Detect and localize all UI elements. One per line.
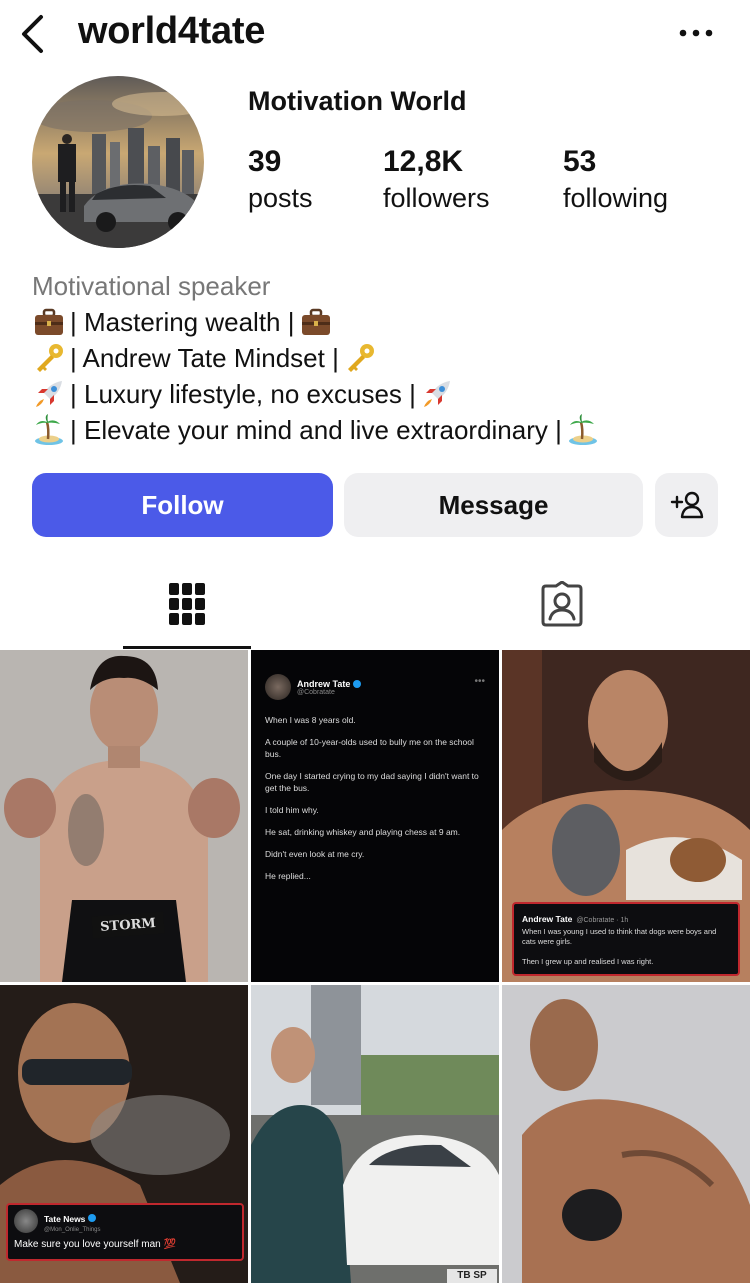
more-options-button[interactable] [676,18,716,48]
tab-tagged[interactable] [498,560,626,648]
key-emoji-icon [347,344,374,372]
tweet-line: Didn't even look at me cry. [265,849,365,859]
top-bar: world4tate [0,0,750,70]
verified-badge-icon [88,1213,97,1222]
bio-line-text: | Mastering wealth | [70,307,295,337]
tweet-avatar [265,674,291,700]
stat-posts[interactable]: 39 posts [248,144,313,216]
bio-line: | Andrew Tate Mindset | [32,340,732,376]
license-plate: TB SP [447,1269,497,1283]
tweet-author: Andrew Tate [522,914,573,924]
tweet-card: Andrew Tate @Cobratate · 1h When I was yo… [512,902,740,976]
profile-avatar[interactable] [32,76,204,248]
bio-line: | Luxury lifestyle, no excuses | [32,376,732,412]
profile-bio: Motivational speaker | Mastering wealth … [32,268,732,448]
tweet-line: He replied... [265,871,311,881]
tweet-line: Then I grew up and realised I was right. [522,957,654,966]
tweet-line: When I was 8 years old. [265,715,356,725]
stat-followers[interactable]: 12,8K followers [383,144,490,216]
profile-tabs [0,560,750,650]
tweet-avatar [14,1209,38,1233]
stat-following[interactable]: 53 following [563,144,668,216]
post-thumbnail[interactable]: Tate News @Mon_Onlie_Things Make sure yo… [0,985,248,1283]
island-emoji-icon [568,414,597,445]
chevron-left-icon [22,15,43,53]
profile-display-name: Motivation World [248,86,467,116]
briefcase-emoji-icon [301,308,330,335]
avatar-image [32,76,204,248]
stat-posts-value: 39 [248,145,282,178]
tweet-handle: @Mon_Onlie_Things [44,1227,101,1233]
tweet-body: When I was 8 years old. A couple of 10-y… [265,714,487,892]
tweet-message: Make sure you love yourself man 💯 [14,1239,236,1250]
tweet-more-icon: ••• [474,676,485,687]
briefcase-emoji-icon [35,308,63,335]
tweet-handle: @Cobratate [297,688,335,696]
tweet-line: One day I started crying to my dad sayin… [265,771,479,793]
bio-line-text: | Andrew Tate Mindset | [70,343,339,373]
tweet-line: I told him why. [265,805,319,815]
bio-line: | Mastering wealth | [32,304,732,340]
message-button[interactable]: Message [344,473,643,537]
suggested-accounts-button[interactable] [655,473,718,537]
post-thumbnail[interactable] [502,985,750,1283]
tweet-meta: @Cobratate · 1h [576,917,629,924]
stat-followers-value: 12,8K [383,145,464,178]
tweet-line: When I was young I used to think that do… [522,927,717,946]
post-thumbnail[interactable]: Andrew Tate @Cobratate ••• When I was 8 … [251,650,499,982]
post-thumbnail[interactable]: TB SP [251,985,499,1283]
posts-grid: STORM Andrew Tate @Cobratate ••• When I … [0,650,750,1283]
verified-badge-icon [353,680,362,689]
post-thumbnail[interactable]: STORM [0,650,248,982]
tweet-line: Make sure you love yourself man [14,1239,161,1250]
rocket-emoji-icon [36,381,62,407]
more-horizontal-icon [679,29,713,37]
tagged-person-icon [541,581,583,627]
tweet-author: Andrew Tate [297,678,351,689]
island-emoji-icon [35,414,63,445]
tab-posts-grid[interactable] [123,560,251,648]
tweet-line: A couple of 10-year-olds used to bully m… [265,737,474,759]
bio-line: | Elevate your mind and live extraordina… [32,412,732,448]
hundred-emoji-icon: 💯 [163,1239,176,1250]
stat-following-label: following [563,183,669,213]
profile-username: world4tate [78,10,266,52]
grid-icon [169,583,205,625]
tweet-header: Andrew Tate @Cobratate [265,674,362,700]
post-image [502,985,750,1283]
tweet-author: Tate News [44,1214,86,1224]
follow-button[interactable]: Follow [32,473,333,537]
stat-posts-label: posts [248,183,313,213]
key-emoji-icon [37,344,63,372]
tweet-line: He sat, drinking whiskey and playing che… [265,827,461,837]
rocket-emoji-icon [423,381,450,407]
back-button[interactable] [14,12,50,56]
active-tab-indicator [123,646,251,649]
stat-following-value: 53 [563,145,597,178]
bio-line-text: | Luxury lifestyle, no excuses | [70,379,416,409]
bio-line-text: | Elevate your mind and live extraordina… [70,415,562,445]
tweet-card: Tate News @Mon_Onlie_Things Make sure yo… [6,1203,244,1261]
post-image [251,985,499,1283]
stat-followers-label: followers [383,183,490,213]
post-thumbnail[interactable]: Andrew Tate @Cobratate · 1h When I was yo… [502,650,750,982]
add-person-icon [670,491,703,519]
bio-category: Motivational speaker [32,271,271,301]
